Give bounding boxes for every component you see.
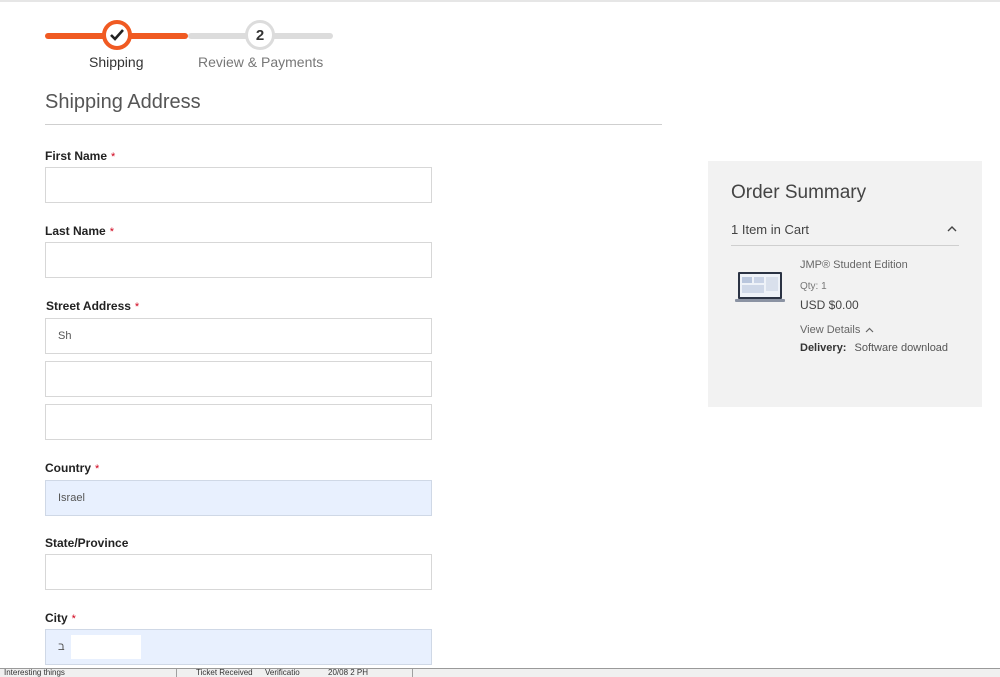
product-price: USD $0.00 [800, 298, 859, 312]
taskbar-divider [412, 669, 413, 677]
view-details-toggle[interactable]: View Details [800, 324, 874, 336]
top-divider [0, 0, 1000, 2]
taskbar-divider [176, 669, 177, 677]
street-address-line1-input[interactable]: Sh [45, 318, 432, 354]
city-input[interactable]: ב [45, 629, 432, 665]
view-details-label: View Details [800, 324, 861, 336]
city-value: ב [58, 641, 65, 653]
required-mark: * [111, 151, 116, 163]
street-address-line2-input[interactable] [45, 361, 432, 397]
taskbar-item[interactable]: Verificatio [265, 669, 300, 677]
street-address-label: Street Address * [46, 299, 140, 313]
step-shipping-label[interactable]: Shipping [89, 54, 144, 70]
state-province-input[interactable] [45, 554, 432, 590]
required-mark: * [95, 463, 100, 475]
step-review-marker[interactable]: 2 [245, 20, 275, 50]
checkmark-icon [110, 29, 124, 41]
title-divider [45, 124, 662, 125]
required-mark: * [109, 226, 114, 238]
step-shipping-marker[interactable] [102, 20, 132, 50]
street-address-line3-input[interactable] [45, 404, 432, 440]
taskbar-item[interactable]: Interesting things [4, 669, 65, 677]
required-mark: * [134, 301, 140, 313]
os-taskbar: Interesting things Ticket Received Verif… [0, 668, 1000, 677]
last-name-label: Last Name * [45, 224, 114, 238]
delivery-info: Delivery: Software download [800, 342, 948, 354]
summary-divider [731, 245, 959, 246]
taskbar-item[interactable]: 20/08 2 PH [328, 669, 368, 677]
country-select[interactable]: Israel [45, 480, 432, 516]
product-name: JMP® Student Edition [800, 259, 908, 271]
first-name-input[interactable] [45, 167, 432, 203]
autocomplete-overlay [70, 635, 141, 659]
first-name-label: First Name * [45, 149, 116, 163]
cart-count-toggle[interactable]: 1 Item in Cart [731, 222, 809, 237]
checkout-progress: 2 Shipping Review & Payments [45, 16, 335, 76]
product-thumbnail-image [735, 271, 785, 303]
delivery-label: Delivery: [800, 342, 847, 354]
country-label: Country * [45, 461, 100, 475]
required-mark: * [71, 613, 76, 625]
state-province-label: State/Province [45, 536, 129, 550]
taskbar-item[interactable]: Ticket Received [196, 669, 253, 677]
chevron-up-icon [865, 327, 874, 333]
delivery-value: Software download [854, 342, 949, 354]
order-summary-title: Order Summary [731, 182, 867, 203]
chevron-up-icon[interactable] [947, 221, 957, 235]
order-summary-panel: Order Summary 1 Item in Cart JMP® Studen… [708, 161, 982, 407]
last-name-input[interactable] [45, 242, 432, 278]
page-title: Shipping Address [45, 91, 201, 113]
step-review-label[interactable]: Review & Payments [198, 54, 323, 70]
city-label: City * [45, 611, 76, 625]
product-quantity: Qty: 1 [800, 281, 827, 292]
